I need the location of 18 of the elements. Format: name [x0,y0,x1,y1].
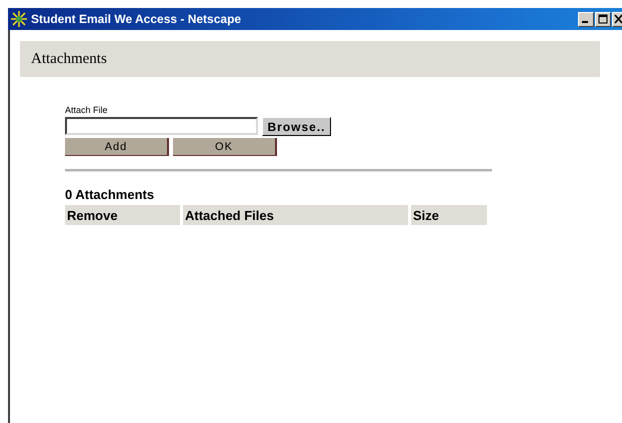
action-button[interactable]: OK [173,138,277,156]
attachment-count: 0 Attachments [65,187,154,202]
section-title: Attachments [31,50,107,68]
column-header: Remove [65,205,180,225]
window-title: Student Email We Access - Netscape [31,12,242,26]
action-button[interactable]: Add [65,138,169,156]
column-header: Attached Files [183,205,408,225]
close-button[interactable] [612,12,622,26]
maximize-icon [598,14,608,24]
file-path-field[interactable] [65,117,258,135]
column-header: Size [411,205,487,225]
maximize-button[interactable] [595,12,611,26]
field-label: Attach File [65,105,108,115]
minimize-icon [582,21,588,23]
star-burst-icon [10,10,28,28]
minimize-button[interactable] [578,12,594,26]
browse-button[interactable]: Browse.. [262,117,331,136]
close-icon [614,14,622,24]
